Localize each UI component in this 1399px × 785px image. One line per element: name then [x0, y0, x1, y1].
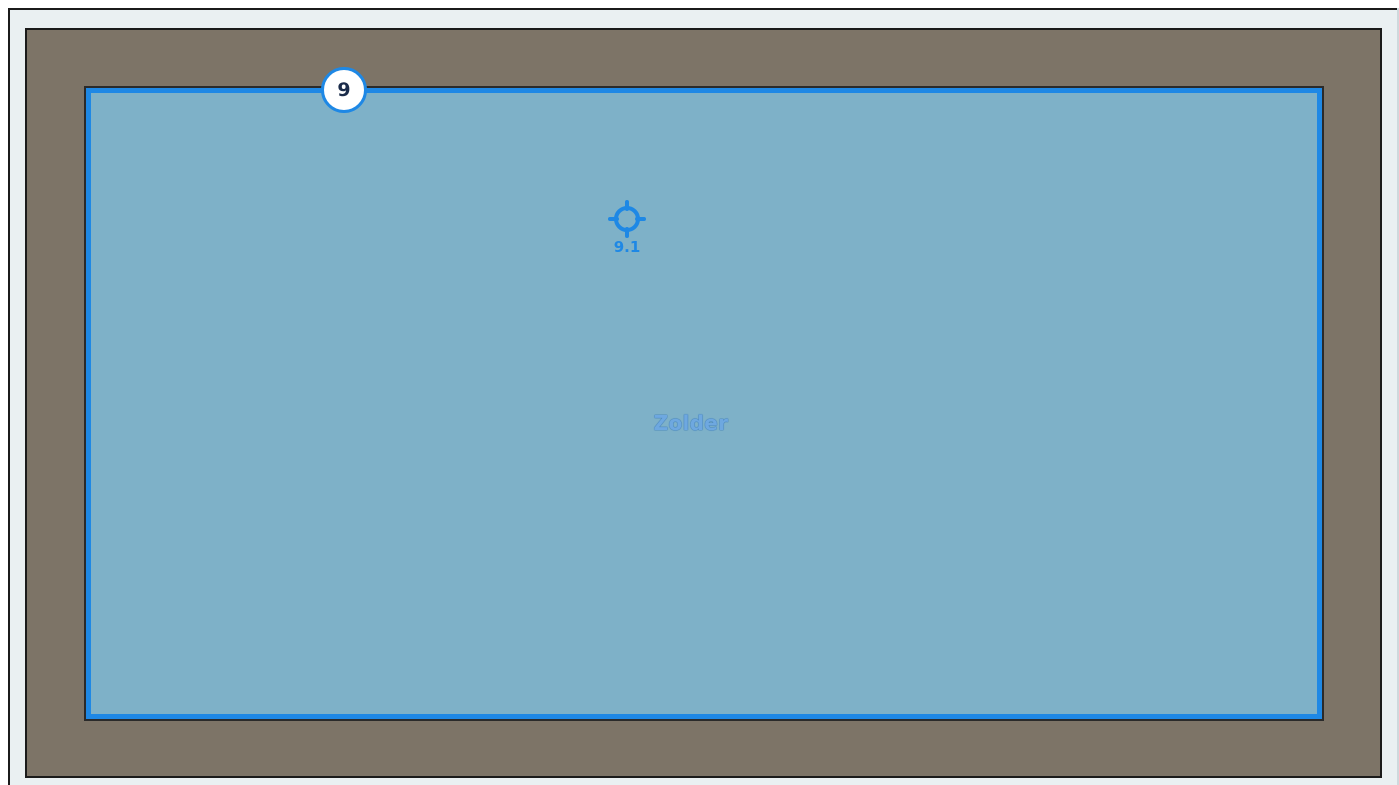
room-area[interactable]: Zolder — [86, 88, 1322, 719]
crosshair-icon — [608, 200, 646, 238]
sensor-label: 9.1 — [613, 238, 641, 256]
room-zolder[interactable]: Zolder — [84, 86, 1324, 721]
sensor-marker[interactable]: 9.1 — [604, 200, 650, 260]
room-number-badge[interactable]: 9 — [321, 67, 367, 113]
room-name-label: Zolder — [653, 411, 729, 435]
room-number-text: 9 — [337, 79, 351, 101]
